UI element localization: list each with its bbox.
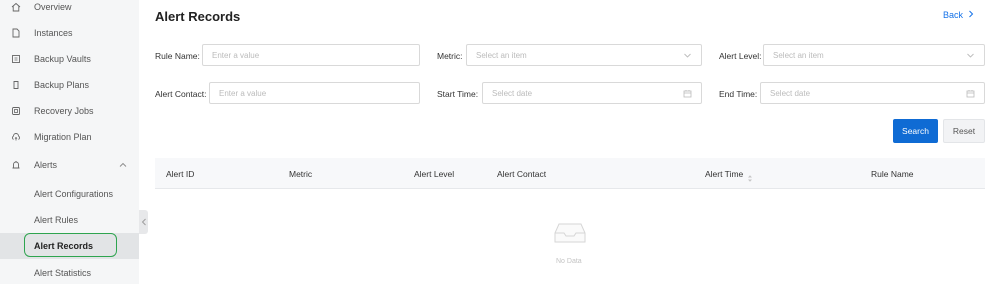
sidebar-item-label: Alert Records: [34, 241, 94, 251]
search-button[interactable]: Search: [893, 119, 938, 143]
sidebar-item-label: Backup Plans: [34, 80, 90, 90]
plan-icon: [11, 80, 21, 90]
alert-icon: [11, 160, 21, 170]
chevron-left-icon: [141, 213, 147, 231]
sidebar-item-migration-plan[interactable]: Migration Plan: [0, 124, 139, 150]
chevron-right-icon: [968, 10, 974, 20]
cloud-icon: [11, 132, 21, 142]
sidebar-item-backup-plans[interactable]: Backup Plans: [0, 72, 139, 98]
sidebar-item-overview[interactable]: Overview: [0, 0, 139, 20]
sidebar-item-instances[interactable]: Instances: [0, 20, 139, 46]
sidebar-item-label: Migration Plan: [34, 132, 92, 142]
end-time-placeholder: Select date: [770, 88, 811, 98]
calendar-icon: [683, 89, 692, 98]
metric-placeholder: Select an item: [476, 50, 527, 60]
sidebar-item-recovery-jobs[interactable]: Recovery Jobs: [0, 98, 139, 124]
column-header-alert-id: Alert ID: [166, 169, 195, 179]
start-time-placeholder: Select date: [492, 88, 533, 98]
recovery-icon: [11, 106, 21, 116]
sidebar: Overview Instances Backup Vaults Backup …: [0, 0, 139, 284]
calendar-icon: [966, 89, 975, 98]
alert-contact-label: Alert Contact:: [155, 89, 207, 99]
vault-icon: [11, 54, 21, 64]
alert-level-placeholder: Select an item: [773, 50, 824, 60]
chevron-down-icon: [683, 51, 692, 60]
sidebar-collapse-handle[interactable]: [139, 210, 148, 234]
alert-contact-placeholder: Enter a value: [219, 88, 267, 98]
sidebar-item-label: Overview: [34, 2, 72, 12]
sidebar-item-backup-vaults[interactable]: Backup Vaults: [0, 46, 139, 72]
sidebar-item-label: Backup Vaults: [34, 54, 91, 64]
alert-level-label: Alert Level:: [719, 51, 762, 61]
column-header-alert-time[interactable]: Alert Time: [705, 169, 743, 179]
column-header-rule-name: Rule Name: [871, 169, 914, 179]
alert-contact-input[interactable]: Enter a value: [209, 82, 420, 104]
column-header-alert-contact: Alert Contact: [497, 169, 547, 179]
end-time-picker[interactable]: Select date: [760, 82, 985, 104]
empty-state-text: No Data: [556, 258, 582, 265]
sidebar-item-label: Instances: [34, 28, 73, 38]
sidebar-item-alerts[interactable]: Alerts: [0, 152, 139, 178]
start-time-picker[interactable]: Select date: [482, 82, 702, 104]
sidebar-item-label: Alerts: [34, 160, 58, 170]
chevron-up-icon: [118, 160, 128, 170]
column-header-metric: Metric: [289, 169, 313, 179]
sidebar-subitem-alert-statistics[interactable]: Alert Statistics: [0, 260, 139, 284]
start-time-label: Start Time:: [437, 89, 479, 99]
home-icon: [11, 2, 21, 12]
back-link[interactable]: Back: [943, 10, 974, 20]
rule-name-input[interactable]: Enter a value: [202, 44, 420, 66]
metric-label: Metric:: [437, 51, 463, 61]
sidebar-item-label: Alert Statistics: [34, 268, 92, 278]
end-time-label: End Time:: [719, 89, 758, 99]
metric-select[interactable]: Select an item: [466, 44, 702, 66]
page-title: Alert Records: [155, 9, 241, 24]
back-label: Back: [943, 10, 964, 20]
sidebar-item-label: Recovery Jobs: [34, 106, 94, 116]
rule-name-placeholder: Enter a value: [212, 50, 260, 60]
alert-level-select[interactable]: Select an item: [763, 44, 985, 66]
column-header-alert-level: Alert Level: [414, 169, 455, 179]
table-header: Alert ID Metric Alert Level Alert Contac…: [155, 158, 985, 189]
chevron-down-icon: [966, 51, 975, 60]
sidebar-subitem-alert-configurations[interactable]: Alert Configurations: [0, 181, 139, 207]
sidebar-item-label: Alert Configurations: [34, 189, 114, 199]
sidebar-subitem-alert-records[interactable]: Alert Records: [0, 233, 139, 259]
file-icon: [11, 28, 21, 38]
sort-icon[interactable]: [747, 170, 753, 182]
rule-name-label: Rule Name:: [155, 51, 200, 61]
sidebar-item-label: Alert Rules: [34, 215, 79, 225]
empty-inbox-icon: [553, 221, 587, 245]
sidebar-subitem-alert-rules[interactable]: Alert Rules: [0, 207, 139, 233]
reset-button[interactable]: Reset: [943, 119, 985, 143]
